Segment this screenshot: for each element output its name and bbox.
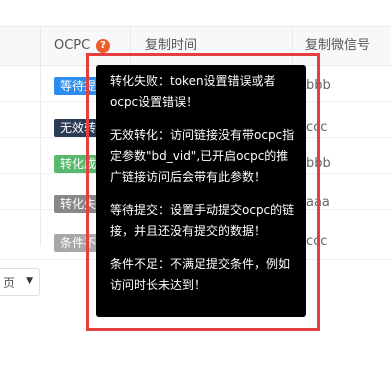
tooltip-paragraph: 条件不足：不满足提交条件，例如访问时长未达到！ [110, 257, 291, 292]
chevron-down-icon: ▼ [26, 276, 33, 286]
tooltip-paragraph: 无效转化：访问链接没有带ocpc指定参数"bd_vid",已开启ocpc的推广链… [110, 128, 295, 184]
help-icon[interactable]: ? [96, 39, 110, 53]
tooltip-paragraph: 等待提交：设置手动提交ocpc的链接，并且还没有提交的数据！ [110, 203, 295, 238]
page-size-label: 页 [3, 276, 16, 290]
page-size-select[interactable]: 页 ▼ [0, 268, 40, 296]
ocpc-help-tooltip: 转化失败：token设置错误或者ocpc设置错误！ 无效转化：访问链接没有带oc… [96, 65, 306, 317]
column-header-ocpc[interactable]: OCPC [54, 27, 90, 65]
tooltip-paragraph: 转化失败：token设置错误或者ocpc设置错误！ [110, 74, 276, 109]
